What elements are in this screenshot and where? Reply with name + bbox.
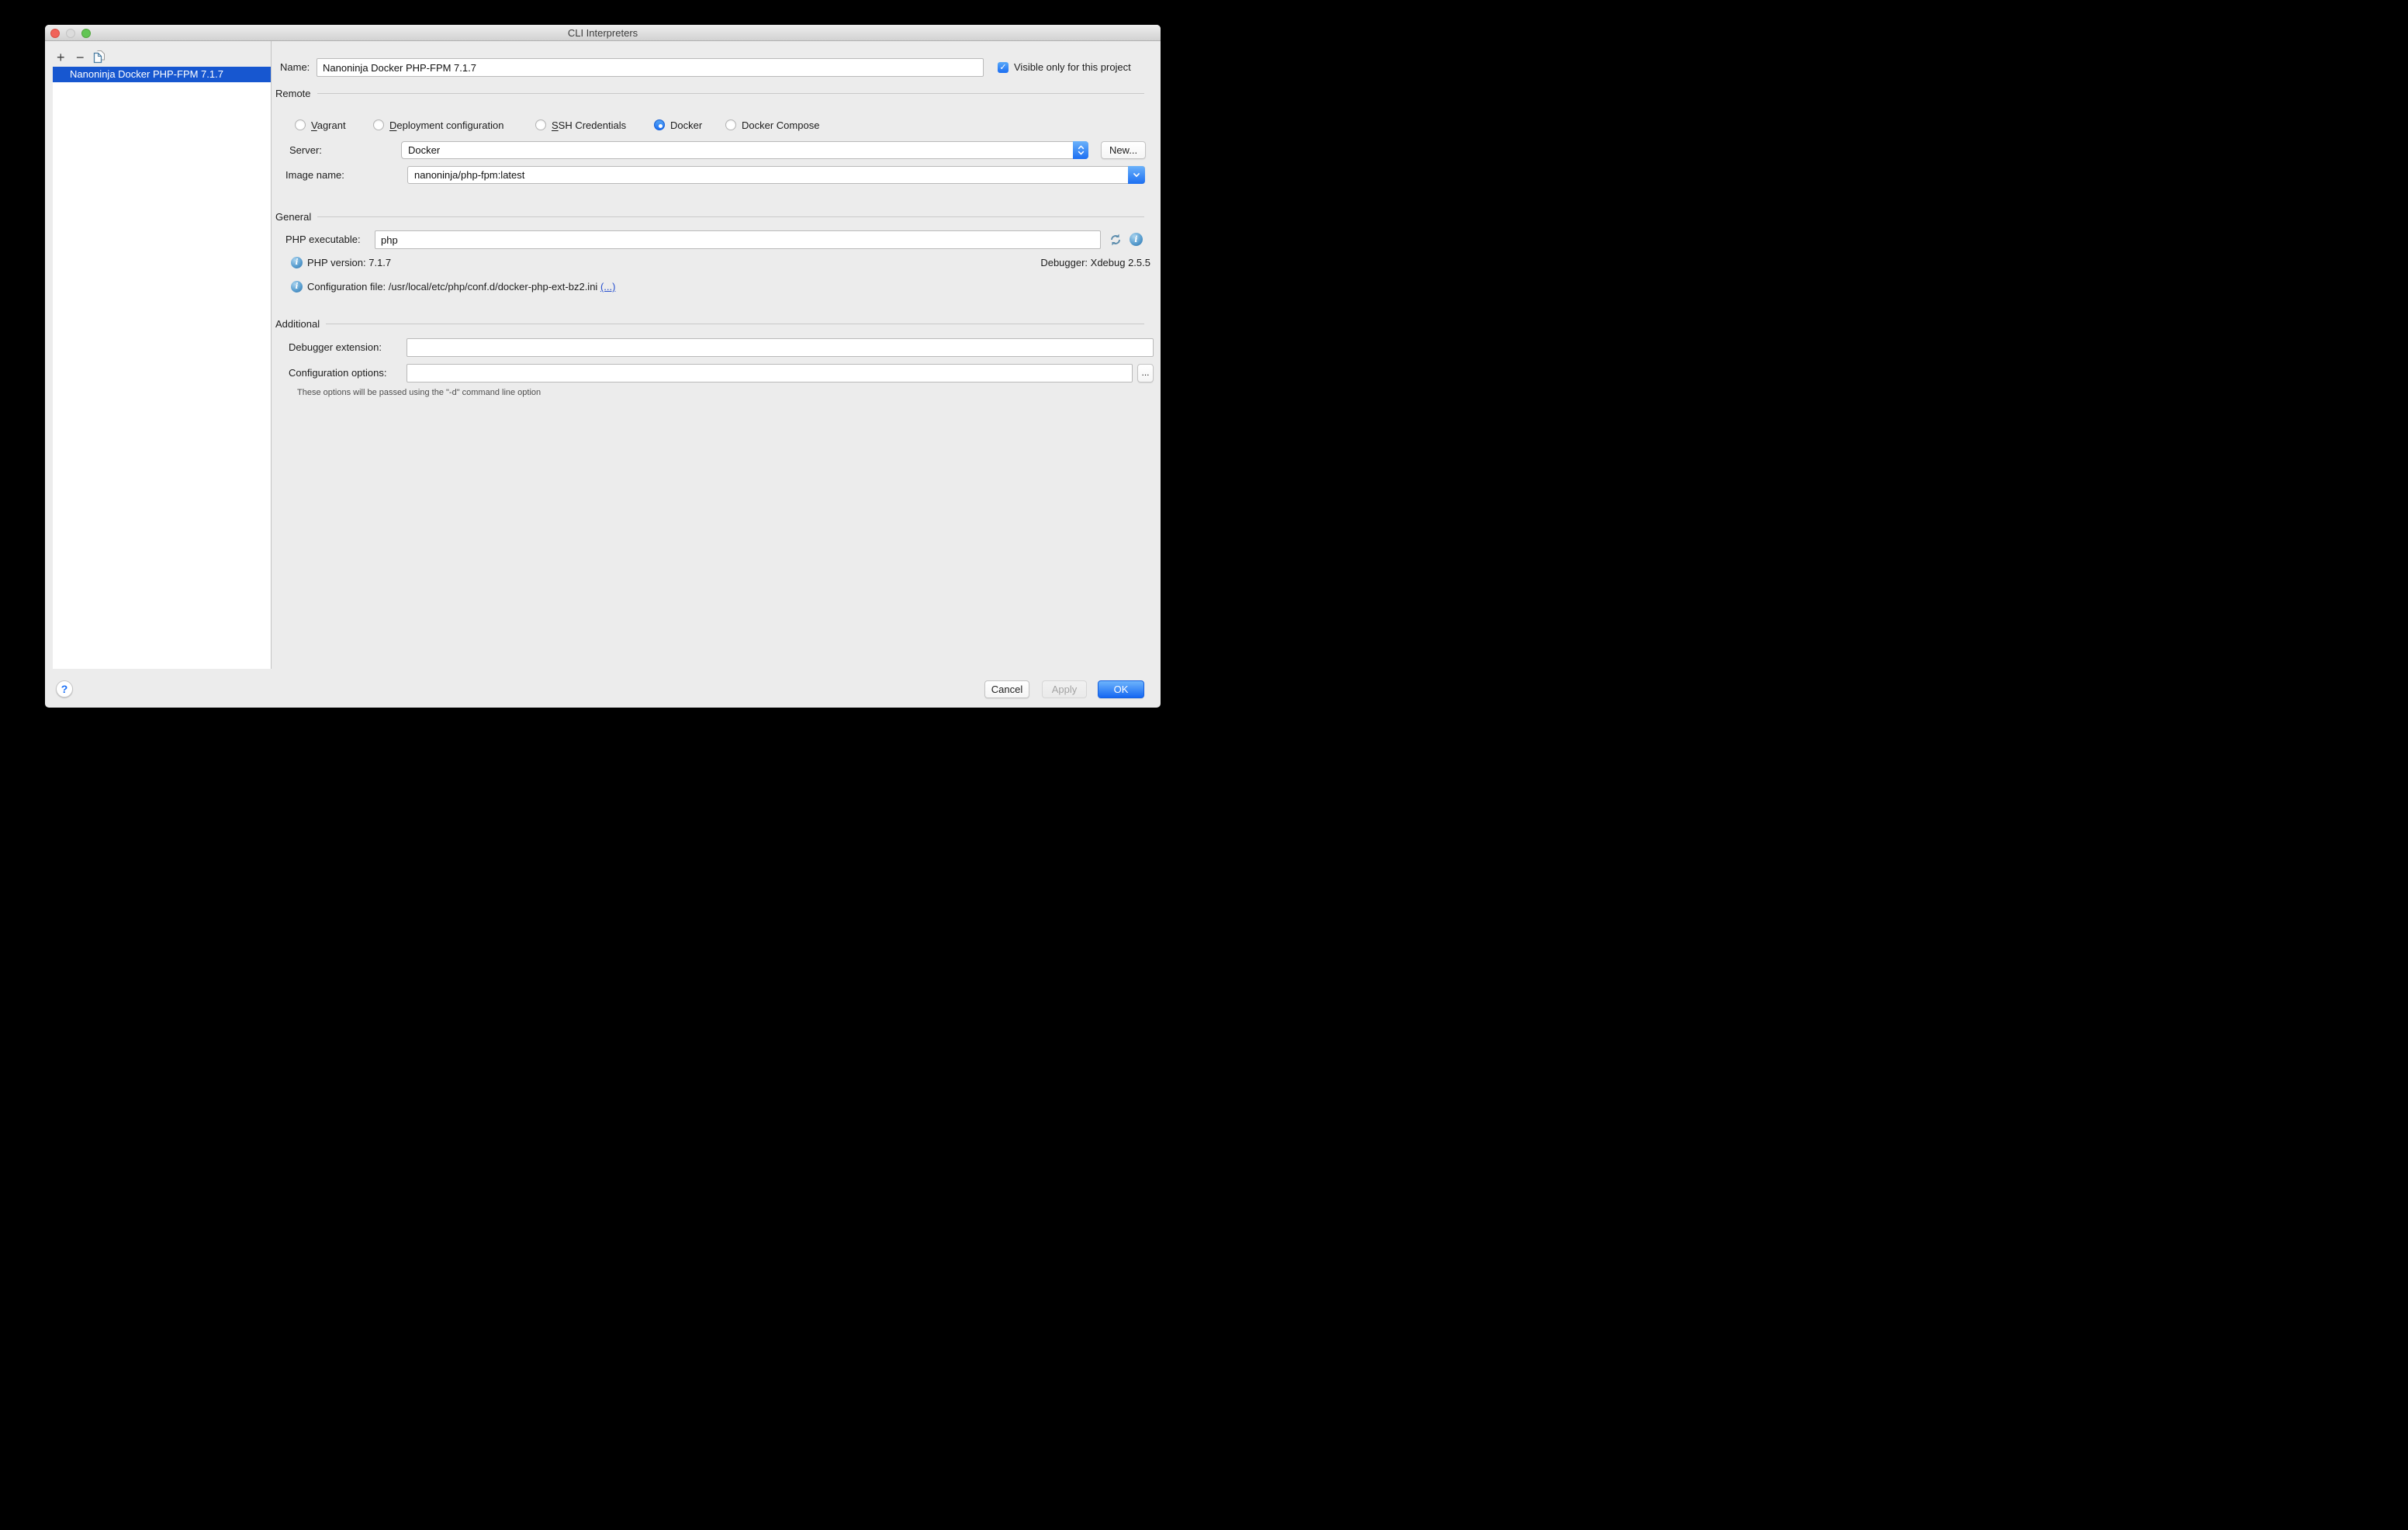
close-button[interactable] bbox=[50, 29, 60, 38]
general-section-header: General bbox=[275, 211, 1150, 222]
config-file-expand-link[interactable]: (...) bbox=[600, 281, 616, 292]
visible-project-label: Visible only for this project bbox=[1014, 58, 1131, 77]
php-executable-label: PHP executable: bbox=[285, 230, 361, 249]
radio-label: Vagrant bbox=[311, 119, 346, 131]
new-server-button[interactable]: New... bbox=[1101, 141, 1146, 159]
server-select[interactable]: Docker bbox=[401, 141, 1088, 159]
radio-vagrant[interactable]: Vagrant bbox=[295, 116, 346, 133]
configuration-options-input[interactable] bbox=[407, 364, 1133, 382]
minimize-button[interactable] bbox=[66, 29, 75, 38]
section-divider bbox=[317, 93, 1144, 94]
remove-interpreter-button[interactable]: − bbox=[76, 51, 85, 64]
radio-selected-icon[interactable] bbox=[654, 119, 665, 130]
configuration-options-label: Configuration options: bbox=[289, 364, 386, 382]
cli-interpreters-dialog: CLI Interpreters + − Nanoninja Docker PH… bbox=[45, 25, 1161, 708]
reload-php-info-icon[interactable] bbox=[1109, 233, 1123, 251]
ok-button[interactable]: OK bbox=[1098, 680, 1144, 698]
name-label: Name: bbox=[280, 58, 310, 77]
radio-icon[interactable] bbox=[725, 119, 736, 130]
php-executable-input[interactable] bbox=[375, 230, 1101, 249]
radio-deployment-configuration[interactable]: Deployment configuration bbox=[373, 116, 503, 133]
copy-interpreter-icon[interactable] bbox=[93, 50, 106, 65]
php-version-info-icon: i bbox=[291, 257, 303, 268]
config-file-info-icon: i bbox=[291, 281, 303, 292]
radio-label: Docker Compose bbox=[742, 119, 819, 131]
radio-label: Docker bbox=[670, 119, 702, 131]
add-interpreter-button[interactable]: + bbox=[57, 51, 65, 64]
debugger-version-text: Debugger: Xdebug 2.5.5 bbox=[1040, 256, 1150, 269]
options-hint-text: These options will be passed using the "… bbox=[297, 388, 541, 397]
radio-label: SSH Credentials bbox=[552, 119, 626, 131]
radio-icon[interactable] bbox=[295, 119, 306, 130]
apply-button[interactable]: Apply bbox=[1042, 680, 1087, 698]
interpreter-list: Nanoninja Docker PHP-FPM 7.1.7 bbox=[53, 67, 271, 669]
zoom-button[interactable] bbox=[81, 29, 91, 38]
radio-label: Deployment configuration bbox=[389, 119, 503, 131]
additional-section-label: Additional bbox=[275, 318, 320, 330]
title-bar[interactable]: CLI Interpreters bbox=[45, 25, 1161, 41]
server-label: Server: bbox=[289, 141, 322, 159]
radio-icon[interactable] bbox=[535, 119, 546, 130]
remote-section-label: Remote bbox=[275, 88, 311, 99]
cancel-button[interactable]: Cancel bbox=[984, 680, 1029, 698]
config-file-path: Configuration file: /usr/local/etc/php/c… bbox=[307, 281, 597, 292]
php-executable-info-icon: i bbox=[1130, 233, 1143, 246]
image-name-combobox[interactable]: nanoninja/php-fpm:latest bbox=[407, 166, 1145, 184]
general-section-label: General bbox=[275, 211, 311, 223]
radio-icon[interactable] bbox=[373, 119, 384, 130]
image-name-dropdown-icon[interactable] bbox=[1128, 166, 1145, 184]
browse-options-button[interactable]: ... bbox=[1137, 364, 1154, 382]
server-select-spinner-icon[interactable] bbox=[1073, 141, 1088, 159]
php-version-text: PHP version: 7.1.7 bbox=[307, 256, 391, 269]
debugger-extension-label: Debugger extension: bbox=[289, 338, 382, 357]
image-name-label: Image name: bbox=[285, 166, 344, 184]
window-title: CLI Interpreters bbox=[45, 25, 1161, 41]
server-select-value: Docker bbox=[408, 142, 440, 158]
traffic-lights bbox=[50, 29, 91, 38]
remote-section-header: Remote bbox=[275, 88, 1150, 99]
visible-project-checkbox[interactable]: ✓ bbox=[998, 62, 1009, 73]
section-divider bbox=[317, 216, 1144, 217]
list-item-interpreter[interactable]: Nanoninja Docker PHP-FPM 7.1.7 bbox=[53, 67, 271, 82]
name-input[interactable] bbox=[317, 58, 984, 77]
image-name-value: nanoninja/php-fpm:latest bbox=[414, 167, 524, 183]
radio-docker-compose[interactable]: Docker Compose bbox=[725, 116, 819, 133]
debugger-extension-input[interactable] bbox=[407, 338, 1154, 357]
sidebar-divider bbox=[271, 41, 272, 669]
config-file-text: Configuration file: /usr/local/etc/php/c… bbox=[307, 280, 615, 293]
help-button[interactable]: ? bbox=[56, 680, 73, 698]
additional-section-header: Additional bbox=[275, 318, 1150, 329]
radio-docker[interactable]: Docker bbox=[654, 116, 702, 133]
radio-ssh-credentials[interactable]: SSH Credentials bbox=[535, 116, 626, 133]
